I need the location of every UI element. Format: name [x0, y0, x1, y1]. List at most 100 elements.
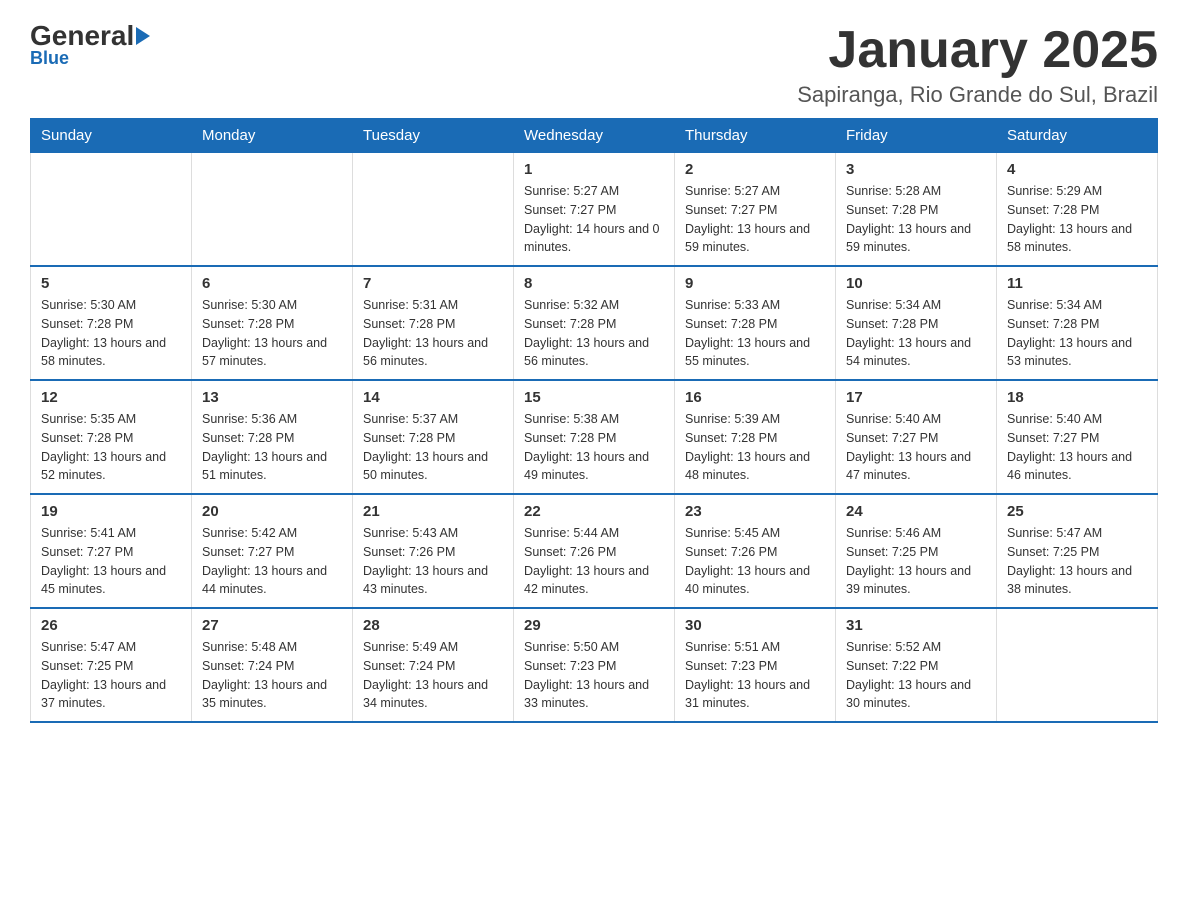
day-info: Sunrise: 5:38 AMSunset: 7:28 PMDaylight:…	[524, 410, 664, 485]
day-info: Sunrise: 5:46 AMSunset: 7:25 PMDaylight:…	[846, 524, 986, 599]
day-info: Sunrise: 5:36 AMSunset: 7:28 PMDaylight:…	[202, 410, 342, 485]
day-number: 11	[1007, 275, 1147, 292]
week-row-4: 19 Sunrise: 5:41 AMSunset: 7:27 PMDayligh…	[31, 494, 1158, 608]
day-number: 21	[363, 503, 503, 520]
day-cell: 5Sunrise: 5:30 AMSunset: 7:28 PMDaylight…	[31, 266, 192, 380]
day-info: Sunrise: 5:35 AMSunset: 7:28 PMDaylight:…	[41, 410, 181, 485]
day-cell: 22Sunrise: 5:44 AMSunset: 7:26 PMDayligh…	[514, 494, 675, 608]
day-info: Sunrise: 5:51 AMSunset: 7:23 PMDaylight:…	[685, 638, 825, 713]
week-row-2: 5Sunrise: 5:30 AMSunset: 7:28 PMDaylight…	[31, 266, 1158, 380]
day-number: 28	[363, 617, 503, 634]
day-info: Sunrise: 5:32 AMSunset: 7:28 PMDaylight:…	[524, 296, 664, 371]
logo-blue-text: Blue	[30, 48, 69, 69]
day-number: 12	[41, 389, 181, 406]
day-info: Sunrise: 5:40 AMSunset: 7:27 PMDaylight:…	[846, 410, 986, 485]
header-wednesday: Wednesday	[514, 119, 675, 153]
day-number: 8	[524, 275, 664, 292]
day-cell: 3 Sunrise: 5:28 AMSunset: 7:28 PMDaylight…	[836, 153, 997, 267]
day-info: Sunrise: 5:52 AMSunset: 7:22 PMDaylight:…	[846, 638, 986, 713]
day-cell: 26Sunrise: 5:47 AMSunset: 7:25 PMDayligh…	[31, 608, 192, 722]
day-cell: 12 Sunrise: 5:35 AMSunset: 7:28 PMDayligh…	[31, 380, 192, 494]
day-cell: 7 Sunrise: 5:31 AMSunset: 7:28 PMDaylight…	[353, 266, 514, 380]
day-number: 19	[41, 503, 181, 520]
day-number: 24	[846, 503, 986, 520]
day-info: Sunrise: 5:33 AMSunset: 7:28 PMDaylight:…	[685, 296, 825, 371]
day-cell: 9 Sunrise: 5:33 AMSunset: 7:28 PMDaylight…	[675, 266, 836, 380]
day-cell: 16 Sunrise: 5:39 AMSunset: 7:28 PMDayligh…	[675, 380, 836, 494]
day-cell: 10 Sunrise: 5:34 AMSunset: 7:28 PMDayligh…	[836, 266, 997, 380]
day-number: 23	[685, 503, 825, 520]
day-info: Sunrise: 5:50 AMSunset: 7:23 PMDaylight:…	[524, 638, 664, 713]
day-info: Sunrise: 5:30 AMSunset: 7:28 PMDaylight:…	[202, 296, 342, 371]
day-number: 25	[1007, 503, 1147, 520]
day-info: Sunrise: 5:28 AMSunset: 7:28 PMDaylight:…	[846, 182, 986, 257]
day-cell: 11 Sunrise: 5:34 AMSunset: 7:28 PMDayligh…	[997, 266, 1158, 380]
day-number: 13	[202, 389, 342, 406]
day-number: 2	[685, 161, 825, 178]
day-cell: 27 Sunrise: 5:48 AMSunset: 7:24 PMDayligh…	[192, 608, 353, 722]
day-cell: 6 Sunrise: 5:30 AMSunset: 7:28 PMDaylight…	[192, 266, 353, 380]
header-row: SundayMondayTuesdayWednesdayThursdayFrid…	[31, 119, 1158, 153]
day-cell: 31Sunrise: 5:52 AMSunset: 7:22 PMDayligh…	[836, 608, 997, 722]
day-cell: 25 Sunrise: 5:47 AMSunset: 7:25 PMDayligh…	[997, 494, 1158, 608]
calendar-table: SundayMondayTuesdayWednesdayThursdayFrid…	[30, 118, 1158, 723]
day-info: Sunrise: 5:43 AMSunset: 7:26 PMDaylight:…	[363, 524, 503, 599]
day-info: Sunrise: 5:31 AMSunset: 7:28 PMDaylight:…	[363, 296, 503, 371]
calendar-subtitle: Sapiranga, Rio Grande do Sul, Brazil	[797, 82, 1158, 108]
day-info: Sunrise: 5:39 AMSunset: 7:28 PMDaylight:…	[685, 410, 825, 485]
day-cell: 21 Sunrise: 5:43 AMSunset: 7:26 PMDayligh…	[353, 494, 514, 608]
day-cell: 13 Sunrise: 5:36 AMSunset: 7:28 PMDayligh…	[192, 380, 353, 494]
day-cell: 29 Sunrise: 5:50 AMSunset: 7:23 PMDayligh…	[514, 608, 675, 722]
header: General Blue January 2025 Sapiranga, Rio…	[30, 20, 1158, 108]
day-cell	[997, 608, 1158, 722]
day-cell: 8 Sunrise: 5:32 AMSunset: 7:28 PMDaylight…	[514, 266, 675, 380]
day-info: Sunrise: 5:34 AMSunset: 7:28 PMDaylight:…	[846, 296, 986, 371]
calendar-header: SundayMondayTuesdayWednesdayThursdayFrid…	[31, 119, 1158, 153]
day-number: 6	[202, 275, 342, 292]
day-cell	[31, 153, 192, 267]
day-cell: 1Sunrise: 5:27 AMSunset: 7:27 PMDaylight…	[514, 153, 675, 267]
day-number: 16	[685, 389, 825, 406]
day-number: 14	[363, 389, 503, 406]
day-cell	[353, 153, 514, 267]
logo-area: General Blue	[30, 20, 152, 69]
day-info: Sunrise: 5:42 AMSunset: 7:27 PMDaylight:…	[202, 524, 342, 599]
day-number: 18	[1007, 389, 1147, 406]
day-cell: 18 Sunrise: 5:40 AMSunset: 7:27 PMDayligh…	[997, 380, 1158, 494]
day-info: Sunrise: 5:47 AMSunset: 7:25 PMDaylight:…	[41, 638, 181, 713]
week-row-5: 26Sunrise: 5:47 AMSunset: 7:25 PMDayligh…	[31, 608, 1158, 722]
day-number: 17	[846, 389, 986, 406]
day-cell: 20Sunrise: 5:42 AMSunset: 7:27 PMDayligh…	[192, 494, 353, 608]
calendar-title: January 2025	[797, 20, 1158, 80]
day-info: Sunrise: 5:40 AMSunset: 7:27 PMDaylight:…	[1007, 410, 1147, 485]
day-number: 22	[524, 503, 664, 520]
day-cell: 4Sunrise: 5:29 AMSunset: 7:28 PMDaylight…	[997, 153, 1158, 267]
day-number: 10	[846, 275, 986, 292]
day-cell: 19 Sunrise: 5:41 AMSunset: 7:27 PMDayligh…	[31, 494, 192, 608]
day-number: 9	[685, 275, 825, 292]
day-info: Sunrise: 5:34 AMSunset: 7:28 PMDaylight:…	[1007, 296, 1147, 371]
day-info: Sunrise: 5:47 AMSunset: 7:25 PMDaylight:…	[1007, 524, 1147, 599]
day-number: 27	[202, 617, 342, 634]
day-cell: 30Sunrise: 5:51 AMSunset: 7:23 PMDayligh…	[675, 608, 836, 722]
day-cell: 17 Sunrise: 5:40 AMSunset: 7:27 PMDayligh…	[836, 380, 997, 494]
day-cell: 28 Sunrise: 5:49 AMSunset: 7:24 PMDayligh…	[353, 608, 514, 722]
day-info: Sunrise: 5:49 AMSunset: 7:24 PMDaylight:…	[363, 638, 503, 713]
day-cell: 14Sunrise: 5:37 AMSunset: 7:28 PMDayligh…	[353, 380, 514, 494]
week-row-3: 12 Sunrise: 5:35 AMSunset: 7:28 PMDayligh…	[31, 380, 1158, 494]
logo-arrow-icon	[136, 27, 150, 45]
day-cell	[192, 153, 353, 267]
title-area: January 2025 Sapiranga, Rio Grande do Su…	[797, 20, 1158, 108]
day-number: 3	[846, 161, 986, 178]
day-info: Sunrise: 5:41 AMSunset: 7:27 PMDaylight:…	[41, 524, 181, 599]
day-info: Sunrise: 5:30 AMSunset: 7:28 PMDaylight:…	[41, 296, 181, 371]
header-tuesday: Tuesday	[353, 119, 514, 153]
day-number: 4	[1007, 161, 1147, 178]
day-cell: 2 Sunrise: 5:27 AMSunset: 7:27 PMDaylight…	[675, 153, 836, 267]
day-info: Sunrise: 5:48 AMSunset: 7:24 PMDaylight:…	[202, 638, 342, 713]
calendar-body: 1Sunrise: 5:27 AMSunset: 7:27 PMDaylight…	[31, 153, 1158, 723]
day-number: 7	[363, 275, 503, 292]
day-number: 29	[524, 617, 664, 634]
day-cell: 24 Sunrise: 5:46 AMSunset: 7:25 PMDayligh…	[836, 494, 997, 608]
day-info: Sunrise: 5:27 AMSunset: 7:27 PMDaylight:…	[685, 182, 825, 257]
